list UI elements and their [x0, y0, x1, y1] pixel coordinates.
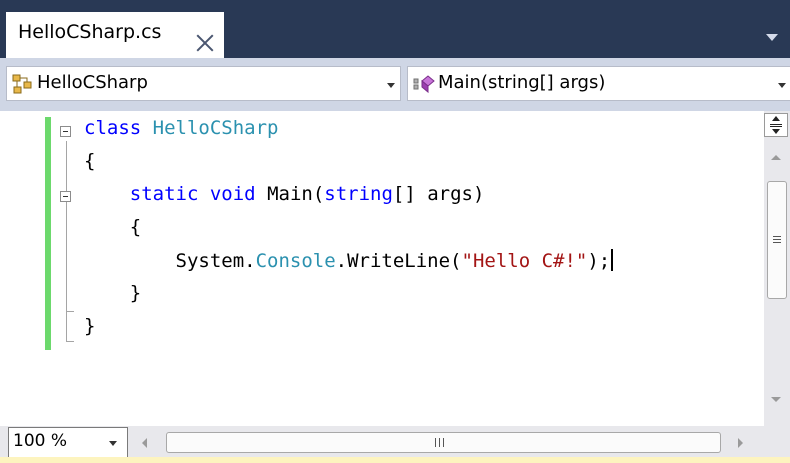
member-dropdown[interactable]: Main(string[] args)	[407, 66, 790, 101]
close-icon[interactable]	[196, 34, 214, 52]
class-icon	[12, 74, 32, 94]
status-strip	[0, 457, 790, 463]
code-token: {	[84, 150, 96, 172]
vertical-scroll-thumb[interactable]	[767, 181, 787, 299]
indicator-margin	[0, 111, 44, 426]
code-token: );	[587, 250, 611, 272]
code-token: class	[84, 117, 142, 139]
code-token: void	[209, 183, 256, 205]
tab-label: HelloCSharp.cs	[18, 21, 162, 43]
method-icon	[413, 75, 435, 94]
chevron-down-icon	[387, 83, 395, 88]
code-token: }	[84, 315, 96, 337]
code-line[interactable]: class HelloCSharp	[84, 117, 279, 139]
outline-guide	[66, 207, 67, 312]
code-line[interactable]: System.Console.WriteLine("Hello C#!");	[84, 249, 614, 272]
code-line[interactable]: }	[84, 282, 141, 304]
collapse-icon[interactable]	[60, 191, 71, 202]
code-line[interactable]: {	[84, 216, 141, 238]
member-dropdown-value: Main(string[] args)	[438, 72, 606, 93]
collapse-icon[interactable]	[60, 126, 71, 137]
scroll-up-icon[interactable]	[771, 155, 781, 160]
outline-guide-end	[66, 311, 74, 312]
code-token: Console	[255, 250, 336, 272]
code-token: [] args)	[392, 183, 485, 205]
change-tracking-bar	[45, 117, 51, 350]
code-token: static	[129, 183, 199, 205]
code-line[interactable]: }	[84, 315, 95, 337]
horizontal-scroll-thumb[interactable]	[166, 432, 721, 453]
chevron-down-icon	[778, 83, 786, 88]
code-line[interactable]: {	[84, 150, 95, 172]
tab-hellocsharp[interactable]: HelloCSharp.cs	[6, 12, 224, 58]
code-token: }	[84, 282, 142, 304]
zoom-dropdown[interactable]: 100 %	[8, 427, 128, 458]
code-editor[interactable]: class HelloCSharp { static void Main(stri…	[0, 111, 790, 426]
code-token: HelloCSharp	[152, 117, 279, 139]
code-token: System.	[84, 250, 256, 272]
chevron-down-icon	[109, 441, 117, 446]
zoom-value: 100 %	[13, 431, 68, 451]
type-dropdown[interactable]: HelloCSharp	[6, 66, 401, 101]
scroll-right-icon[interactable]	[738, 438, 743, 448]
type-dropdown-value: HelloCSharp	[37, 72, 148, 93]
code-token: string	[324, 183, 393, 205]
tab-list-dropdown-icon[interactable]	[766, 34, 778, 41]
code-token: Main(	[255, 183, 325, 205]
scroll-down-icon[interactable]	[771, 397, 781, 402]
document-tab-strip: HelloCSharp.cs	[0, 0, 790, 58]
navigation-bar: HelloCSharp Main(string[] args)	[0, 58, 790, 111]
code-token: {	[84, 216, 142, 238]
split-window-icon[interactable]	[764, 113, 788, 137]
code-token: .WriteLine(	[335, 250, 462, 272]
text-caret	[611, 249, 614, 271]
code-token: "Hello C#!"	[461, 250, 588, 272]
scroll-left-icon[interactable]	[142, 438, 147, 448]
outline-guide-end	[66, 341, 74, 342]
code-line[interactable]: static void Main(string[] args)	[84, 183, 485, 205]
